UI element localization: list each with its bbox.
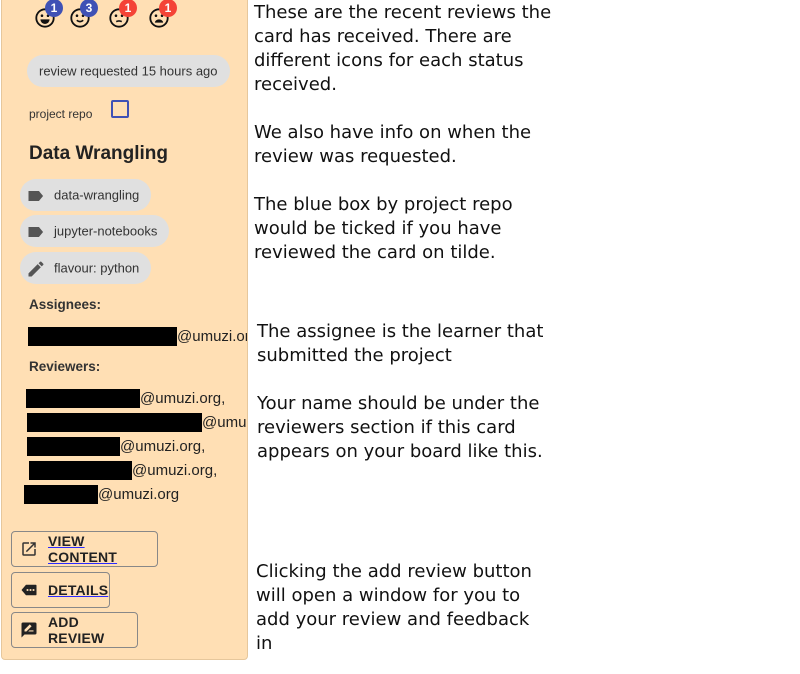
rate-review-icon xyxy=(20,621,38,639)
reviewers-label: Reviewers: xyxy=(29,359,101,374)
reviewer-email: @umuzi.org xyxy=(24,485,179,505)
label-icon xyxy=(26,186,46,206)
annotation-assignees-reviewers: The assignee is the learner that submitt… xyxy=(257,321,544,462)
redacted-name xyxy=(24,485,98,504)
review-status-dissatisfied: 1 xyxy=(148,0,177,29)
redacted-name xyxy=(27,437,120,456)
reviewer-email: @umuzi.org, xyxy=(29,461,217,481)
tag-chip: data-wrangling xyxy=(20,179,152,211)
annotation-add-review: Clicking the add review button will open… xyxy=(256,561,532,654)
open-in-new-icon xyxy=(20,540,38,558)
review-count-badge: 1 xyxy=(45,0,63,17)
assignee-email: @umuzi.org xyxy=(28,327,247,347)
review-count-badge: 1 xyxy=(119,0,137,17)
project-card: 1 3 1 1 review requested 15 hours ago pr… xyxy=(1,0,248,660)
card-title: Data Wrangling xyxy=(29,143,168,164)
details-button[interactable]: DETAILS xyxy=(11,572,110,608)
review-status-satisfied: 3 xyxy=(69,0,98,29)
review-status-neutral: 1 xyxy=(108,0,137,29)
pencil-icon xyxy=(26,259,46,279)
review-count-badge: 3 xyxy=(80,0,98,17)
reviewer-email: @umuzi.org, xyxy=(27,413,247,433)
add-review-button[interactable]: ADD REVIEW xyxy=(11,612,138,648)
review-requested-text: review requested 15 hours ago xyxy=(39,63,218,79)
label-icon xyxy=(26,222,46,242)
project-repo-checkbox[interactable] xyxy=(111,100,129,118)
annotation-reviews: These are the recent reviews the card ha… xyxy=(254,2,552,263)
redacted-name xyxy=(29,461,132,480)
assignees-label: Assignees: xyxy=(29,297,102,312)
project-repo-label: project repo xyxy=(29,107,93,121)
label-more-icon xyxy=(20,581,38,599)
review-count-badge: 1 xyxy=(159,0,177,17)
redacted-name xyxy=(26,389,140,408)
redacted-name xyxy=(28,327,177,346)
reviewer-email: @umuzi.org, xyxy=(27,437,205,457)
redacted-name xyxy=(27,413,202,432)
review-requested-chip: review requested 15 hours ago xyxy=(27,55,230,87)
tag-chip: jupyter-notebooks xyxy=(20,215,170,247)
view-content-button[interactable]: VIEW CONTENT xyxy=(11,531,158,567)
review-status-very-satisfied: 1 xyxy=(34,0,63,29)
reviewer-email: @umuzi.org, xyxy=(26,389,225,409)
flavour-chip: flavour: python xyxy=(20,252,152,284)
